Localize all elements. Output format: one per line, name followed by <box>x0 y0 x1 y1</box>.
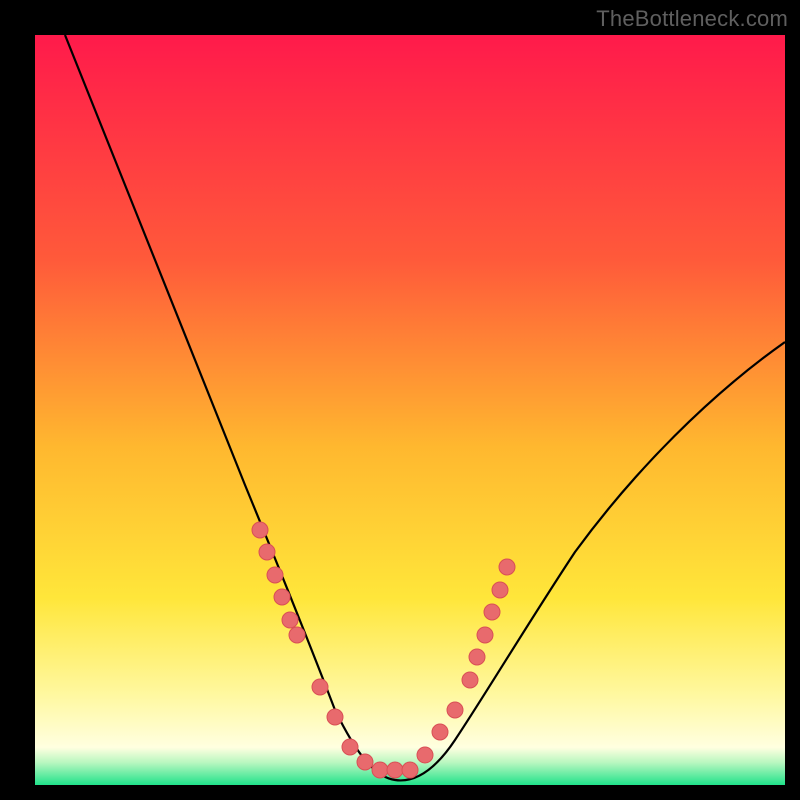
dot <box>342 739 358 755</box>
dot <box>477 627 493 643</box>
dot <box>462 672 478 688</box>
dot <box>274 589 290 605</box>
dot <box>289 627 305 643</box>
dot <box>417 747 433 763</box>
dot <box>447 702 463 718</box>
dot <box>267 567 283 583</box>
dot <box>484 604 500 620</box>
gradient-background <box>35 35 785 785</box>
dot <box>432 724 448 740</box>
dot <box>469 649 485 665</box>
dot <box>259 544 275 560</box>
dot <box>312 679 328 695</box>
dot <box>387 762 403 778</box>
dot <box>499 559 515 575</box>
dot <box>492 582 508 598</box>
dot <box>327 709 343 725</box>
chart-frame: TheBottleneck.com <box>0 0 800 800</box>
watermark-text: TheBottleneck.com <box>596 6 788 32</box>
dot <box>357 754 373 770</box>
dot <box>252 522 268 538</box>
dot <box>372 762 388 778</box>
dot <box>402 762 418 778</box>
bottleneck-plot <box>35 35 785 785</box>
dot <box>282 612 298 628</box>
